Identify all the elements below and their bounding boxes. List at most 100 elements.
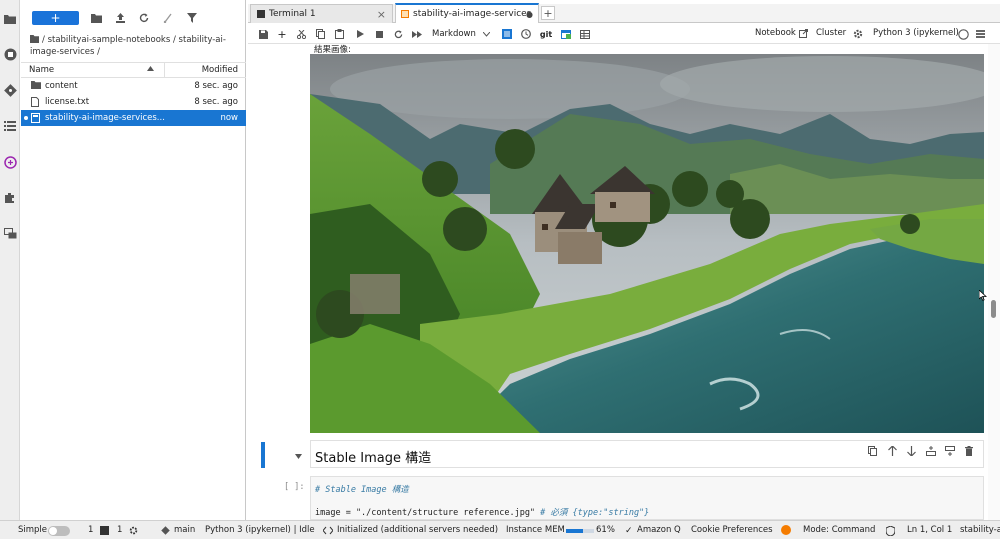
clock-icon[interactable] (519, 27, 533, 41)
stop-icon[interactable] (372, 27, 386, 41)
file-list-header: Name Modified (21, 62, 246, 78)
kernel-count[interactable]: 1 (117, 525, 122, 535)
file-browser: + / stabilityai-sample-notebooks / stabi… (21, 0, 246, 520)
ai-brain-icon[interactable] (2, 154, 18, 170)
insert-above-icon[interactable] (926, 446, 936, 456)
tab-terminal[interactable]: Terminal 1 × (250, 4, 393, 23)
notebook-content[interactable]: 結果画像: Stable Image 構造 []: # Stable Imag… (248, 44, 990, 520)
lsp-status[interactable]: Initialized (additional servers needed) (337, 525, 498, 535)
vertical-scrollbar[interactable] (988, 44, 1000, 520)
open-in-notebook-link[interactable]: Notebook (755, 28, 808, 38)
move-up-icon[interactable] (888, 446, 897, 456)
memory-label: Instance MEM (506, 525, 565, 535)
cluster-button[interactable]: Cluster (816, 28, 846, 38)
property-inspector-icon[interactable] (500, 27, 514, 41)
kernel-status[interactable]: Python 3 (ipykernel) | Idle (205, 525, 315, 535)
tab-notebook[interactable]: stability-ai-image-services ● (395, 3, 539, 23)
git-icon[interactable] (2, 82, 18, 98)
menu-icon[interactable] (973, 27, 987, 41)
refresh-icon[interactable] (137, 11, 151, 25)
git-branch[interactable]: main (174, 525, 195, 535)
cell-type-value: Markdown (432, 29, 476, 39)
cursor-position[interactable]: Ln 1, Col 1 (907, 525, 952, 535)
kernel-name[interactable]: Python 3 (ipykernel) (873, 28, 959, 38)
delete-cell-icon[interactable] (965, 446, 973, 456)
file-name: content (45, 81, 78, 91)
new-launcher-button[interactable]: + (32, 11, 79, 25)
move-down-icon[interactable] (907, 446, 916, 456)
kernel-gear-icon (129, 526, 138, 535)
chevron-down-icon (482, 31, 490, 37)
new-tab-button[interactable]: + (541, 6, 555, 20)
git-clone-icon[interactable] (161, 11, 175, 25)
chat-icon[interactable] (2, 226, 18, 242)
copy-icon[interactable] (313, 27, 327, 41)
extension-icon[interactable] (2, 190, 18, 206)
lsp-icon (323, 526, 333, 535)
new-folder-icon[interactable] (89, 11, 103, 25)
collapse-chevron-icon[interactable] (295, 454, 302, 459)
cookie-preferences-link[interactable]: Cookie Preferences (691, 525, 773, 535)
memory-bar (566, 529, 594, 533)
amazon-q-button[interactable]: Amazon Q (637, 525, 681, 535)
duplicate-cell-icon[interactable] (868, 446, 877, 456)
terminal-icon (257, 10, 265, 18)
insert-cell-icon[interactable]: + (275, 27, 289, 41)
file-list-item[interactable]: content 8 sec. ago (21, 78, 246, 94)
code-cell[interactable]: # Stable Image 構造 image = "./content/str… (310, 476, 984, 520)
folder-icon[interactable] (2, 11, 18, 27)
modified-column-header[interactable]: Modified (202, 65, 238, 75)
close-icon[interactable]: × (377, 8, 386, 21)
git-diff-icon[interactable]: git (539, 27, 553, 41)
settings-gear-icon[interactable] (851, 27, 865, 41)
breadcrumb-path[interactable]: / stabilityai-sample-notebooks / stabili… (30, 35, 226, 57)
git-branch-icon (161, 526, 170, 535)
terminal-count[interactable]: 1 (88, 525, 93, 535)
status-filename: stability-a (960, 525, 1000, 535)
cell-type-select[interactable]: Markdown (432, 28, 496, 40)
file-list-item[interactable]: license.txt 8 sec. ago (21, 94, 246, 110)
file-modified: 8 sec. ago (194, 81, 238, 91)
name-column-header[interactable]: Name (29, 65, 54, 75)
upload-icon[interactable] (113, 11, 127, 25)
file-name: license.txt (45, 97, 90, 107)
calendar-icon[interactable] (559, 27, 573, 41)
breadcrumb-folder-icon (30, 35, 39, 43)
table-icon[interactable] (578, 27, 592, 41)
tab-label: Terminal 1 (269, 9, 316, 19)
code-comment-line: # Stable Image 構造 (315, 485, 409, 495)
notebook-link-label: Notebook (755, 28, 796, 38)
unsaved-dot-icon[interactable]: ● (526, 10, 533, 19)
shield-icon[interactable] (886, 526, 895, 536)
notebook-toolbar: + Markdown git Notebook Cluster Python 3… (248, 24, 1000, 44)
check-icon: ✓ (625, 526, 633, 536)
filter-icon[interactable] (185, 11, 199, 25)
execution-prompt: [ ]: (284, 482, 305, 492)
running-icon[interactable] (2, 46, 18, 62)
save-icon[interactable] (256, 27, 270, 41)
fast-forward-icon[interactable] (410, 27, 424, 41)
simple-mode-toggle[interactable] (48, 526, 70, 536)
scrollbar-thumb[interactable] (991, 300, 996, 318)
paste-icon[interactable] (332, 27, 346, 41)
code-inline-comment: # 必須 {type:"string"} (535, 508, 650, 518)
status-bar: Simple 1 1 main Python 3 (ipykernel) | I… (0, 520, 1000, 539)
insert-below-icon[interactable] (945, 446, 955, 456)
run-icon[interactable] (353, 27, 367, 41)
file-list-item-selected[interactable]: stability-ai-image-services... now (21, 110, 246, 126)
notebook-icon (31, 113, 40, 123)
terminal-icon (100, 526, 109, 535)
sort-ascending-icon[interactable] (147, 66, 154, 71)
notification-icon[interactable] (781, 525, 791, 535)
running-dot (24, 116, 28, 120)
active-cell-indicator (261, 442, 265, 468)
cut-icon[interactable] (294, 27, 308, 41)
restart-icon[interactable] (391, 27, 405, 41)
simple-mode-label: Simple (18, 525, 48, 535)
file-modified: now (220, 113, 238, 123)
file-browser-toolbar: + (21, 0, 246, 32)
file-icon (31, 97, 39, 107)
toc-icon[interactable] (2, 118, 18, 134)
breadcrumb[interactable]: / stabilityai-sample-notebooks / stabili… (30, 34, 242, 58)
file-modified: 8 sec. ago (194, 97, 238, 107)
